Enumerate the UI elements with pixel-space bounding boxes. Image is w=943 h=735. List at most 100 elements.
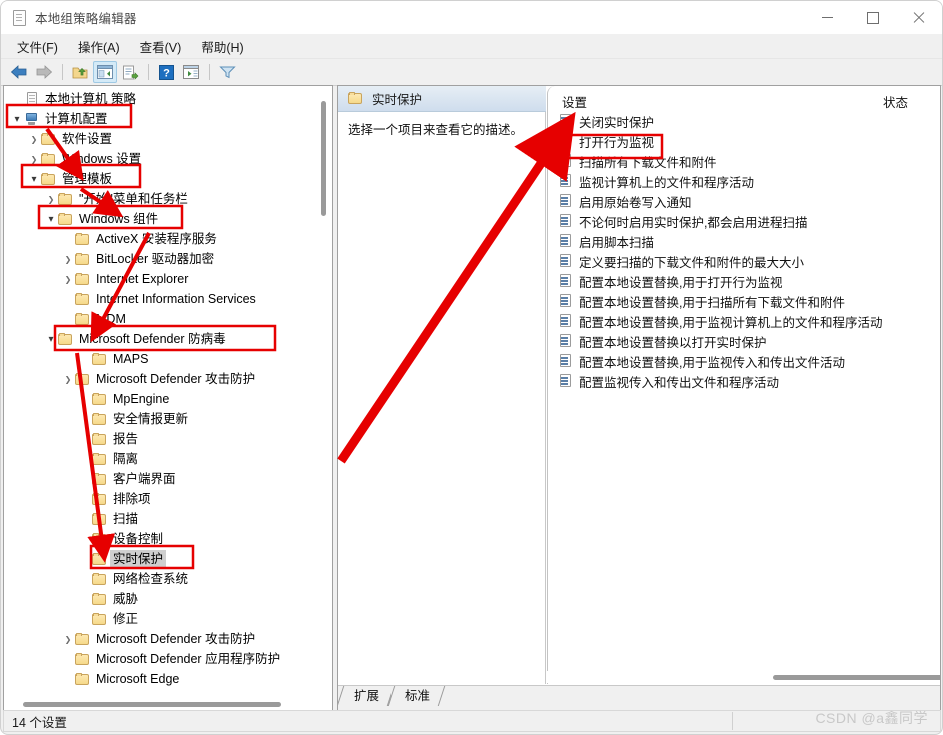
tab-standard[interactable]: 标准 bbox=[391, 686, 443, 706]
tree-item[interactable]: 隔离 bbox=[4, 449, 316, 469]
chevron-right-icon[interactable] bbox=[61, 371, 75, 387]
back-button[interactable] bbox=[7, 61, 31, 83]
setting-row[interactable]: 不论何时启用实时保护,都会启用进程扫描未配置 bbox=[548, 211, 940, 231]
tree-item[interactable]: 客户端界面 bbox=[4, 469, 316, 489]
chevron-placeholder bbox=[78, 411, 92, 427]
tree-item[interactable]: 排除项 bbox=[4, 489, 316, 509]
setting-row[interactable]: 打开行为监视未配置 bbox=[548, 131, 940, 151]
menu-action[interactable]: 操作(A) bbox=[68, 35, 130, 58]
tree-item[interactable]: 报告 bbox=[4, 429, 316, 449]
setting-row[interactable]: 定义要扫描的下载文件和附件的最大大小未配置 bbox=[548, 251, 940, 271]
chevron-placeholder bbox=[78, 391, 92, 407]
tree-item[interactable]: MDM bbox=[4, 309, 316, 329]
setting-row[interactable]: 扫描所有下载文件和附件未配置 bbox=[548, 151, 940, 171]
tree-item[interactable]: Microsoft Defender 应用程序防护 bbox=[4, 649, 316, 669]
chevron-right-icon[interactable] bbox=[27, 131, 41, 147]
tree-item[interactable]: Microsoft Edge bbox=[4, 669, 316, 689]
minimize-button[interactable] bbox=[804, 1, 850, 34]
tree-item[interactable]: Windows 设置 bbox=[4, 149, 316, 169]
tree-item[interactable]: ActiveX 安装程序服务 bbox=[4, 229, 316, 249]
description-panel: 选择一个项目来查看它的描述。 bbox=[338, 112, 546, 684]
policy-setting-icon bbox=[560, 114, 573, 128]
chevron-right-icon[interactable] bbox=[44, 191, 58, 207]
tree-vertical-scrollbar[interactable] bbox=[317, 87, 331, 697]
setting-row[interactable]: 启用脚本扫描未配置 bbox=[548, 231, 940, 251]
setting-row[interactable]: 关闭实时保护未配置 bbox=[548, 111, 940, 131]
tree-item[interactable]: Internet Explorer bbox=[4, 269, 316, 289]
tree-item-label: Microsoft Defender 应用程序防护 bbox=[96, 652, 281, 666]
chevron-down-icon[interactable] bbox=[44, 211, 58, 227]
folder-icon bbox=[41, 172, 57, 186]
setting-name: 扫描所有下载文件和附件 bbox=[579, 155, 717, 170]
folder-icon bbox=[92, 492, 108, 506]
setting-row[interactable]: 配置监视传入和传出文件和程序活动未配置 bbox=[548, 371, 940, 391]
tree-item[interactable]: MAPS bbox=[4, 349, 316, 369]
setting-row[interactable]: 监视计算机上的文件和程序活动未配置 bbox=[548, 171, 940, 191]
tree-item-label: Microsoft Edge bbox=[96, 672, 180, 686]
column-header-setting[interactable]: 设置 bbox=[562, 92, 883, 111]
chevron-right-icon[interactable] bbox=[61, 251, 75, 267]
setting-row[interactable]: 启用原始卷写入通知未配置 bbox=[548, 191, 940, 211]
help-button[interactable]: ? bbox=[154, 61, 178, 83]
export-list-button[interactable] bbox=[118, 61, 142, 83]
tree-item[interactable]: Windows 组件 bbox=[4, 209, 316, 229]
setting-row[interactable]: 配置本地设置替换,用于监视计算机上的文件和程序活动未配置 bbox=[548, 311, 940, 331]
tree-item[interactable]: 扫描 bbox=[4, 509, 316, 529]
settings-horizontal-scrollbar[interactable] bbox=[547, 671, 940, 683]
chevron-down-icon[interactable] bbox=[27, 171, 41, 187]
settings-horizontal-scroll-thumb[interactable] bbox=[773, 675, 940, 680]
show-hide-tree-button[interactable] bbox=[93, 61, 117, 83]
setting-row[interactable]: 配置本地设置替换,用于打开行为监视未配置 bbox=[548, 271, 940, 291]
folder-icon bbox=[92, 352, 108, 366]
menu-file[interactable]: 文件(F) bbox=[7, 35, 68, 58]
tree-item[interactable]: BitLocker 驱动器加密 bbox=[4, 249, 316, 269]
tree-vertical-scroll-thumb[interactable] bbox=[321, 101, 326, 216]
chevron-down-icon[interactable] bbox=[10, 111, 24, 127]
tree-item[interactable]: 软件设置 bbox=[4, 129, 316, 149]
filter-button[interactable] bbox=[215, 61, 239, 83]
tree-item[interactable]: Microsoft Defender 防病毒 bbox=[4, 329, 316, 349]
up-folder-button[interactable] bbox=[68, 61, 92, 83]
close-button[interactable] bbox=[896, 1, 942, 34]
tab-extended[interactable]: 扩展 bbox=[340, 686, 392, 706]
tree-item[interactable]: 计算机配置 bbox=[4, 109, 316, 129]
menu-help[interactable]: 帮助(H) bbox=[191, 35, 253, 58]
chevron-right-icon[interactable] bbox=[61, 631, 75, 647]
group-policy-editor-window: 本地组策略编辑器 文件(F) 操作(A) 查看(V) 帮助(H) ? 本地计算机… bbox=[0, 0, 943, 735]
tree-item[interactable]: Microsoft Defender 攻击防护 bbox=[4, 629, 316, 649]
chevron-placeholder bbox=[78, 431, 92, 447]
tree-item-label: BitLocker 驱动器加密 bbox=[96, 252, 215, 266]
menu-view[interactable]: 查看(V) bbox=[130, 35, 192, 58]
tree-item[interactable]: Microsoft Defender 攻击防护 bbox=[4, 369, 316, 389]
chevron-right-icon[interactable] bbox=[61, 271, 75, 287]
setting-row[interactable]: 配置本地设置替换,用于扫描所有下载文件和附件未配置 bbox=[548, 291, 940, 311]
tree-item[interactable]: MpEngine bbox=[4, 389, 316, 409]
chevron-right-icon[interactable] bbox=[27, 151, 41, 167]
setting-row[interactable]: 配置本地设置替换以打开实时保护未配置 bbox=[548, 331, 940, 351]
tree-item[interactable]: "开始"菜单和任务栏 bbox=[4, 189, 316, 209]
tree-item[interactable]: Internet Information Services bbox=[4, 289, 316, 309]
app-document-icon bbox=[11, 9, 27, 26]
tree-item[interactable]: 设备控制 bbox=[4, 529, 316, 549]
tree-horizontal-scrollbar[interactable] bbox=[5, 698, 331, 710]
setting-row[interactable]: 配置本地设置替换,用于监视传入和传出文件活动未配置 bbox=[548, 351, 940, 371]
maximize-button[interactable] bbox=[850, 1, 896, 34]
folder-icon bbox=[75, 232, 91, 246]
column-header-state[interactable]: 状态 bbox=[883, 92, 940, 111]
tree-item[interactable]: 实时保护 bbox=[4, 549, 316, 569]
chevron-down-icon[interactable] bbox=[44, 331, 58, 347]
tree-item-label: Windows 组件 bbox=[79, 212, 159, 226]
tree-item[interactable]: 修正 bbox=[4, 609, 316, 629]
tree-horizontal-scroll-thumb[interactable] bbox=[23, 702, 281, 707]
tree-item[interactable]: 本地计算机 策略 bbox=[4, 89, 316, 109]
tree-item[interactable]: 威胁 bbox=[4, 589, 316, 609]
tree-item[interactable]: 管理模板 bbox=[4, 169, 316, 189]
settings-list-panel: 设置 状态 关闭实时保护未配置打开行为监视未配置扫描所有下载文件和附件未配置监视… bbox=[547, 86, 940, 684]
setting-name: 配置本地设置替换,用于扫描所有下载文件和附件 bbox=[579, 295, 845, 310]
properties-button[interactable] bbox=[179, 61, 203, 83]
tree-item[interactable]: 安全情报更新 bbox=[4, 409, 316, 429]
chevron-placeholder bbox=[78, 591, 92, 607]
maximize-icon bbox=[867, 11, 879, 24]
tree-item[interactable]: 网络检查系统 bbox=[4, 569, 316, 589]
forward-button[interactable] bbox=[32, 61, 56, 83]
